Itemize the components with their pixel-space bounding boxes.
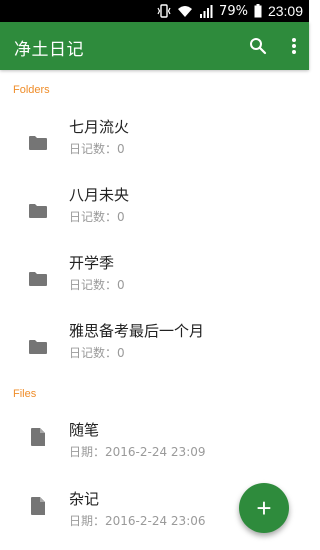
folder-count: 日记数：0 bbox=[69, 210, 125, 224]
files-section-header: Files bbox=[13, 388, 37, 400]
folder-icon bbox=[29, 204, 47, 218]
file-name: 杂记 bbox=[69, 490, 100, 508]
file-item[interactable]: 随笔 日期：2016-2-24 23:09 bbox=[0, 415, 309, 475]
folder-icon bbox=[29, 136, 47, 150]
vibrate-icon bbox=[157, 4, 171, 18]
wifi-icon bbox=[177, 5, 193, 18]
signal-icon bbox=[199, 4, 213, 18]
file-icon bbox=[31, 497, 45, 515]
app-title: 净土日记 bbox=[14, 40, 84, 60]
clock: 23:09 bbox=[267, 3, 303, 19]
folder-count: 日记数：0 bbox=[69, 142, 125, 156]
plus-icon: + bbox=[256, 492, 272, 523]
folder-icon bbox=[29, 340, 47, 354]
folders-section-header: Folders bbox=[13, 84, 50, 96]
folder-name: 开学季 bbox=[69, 254, 115, 272]
more-options-button[interactable] bbox=[282, 34, 306, 58]
search-icon bbox=[250, 38, 267, 55]
folder-item[interactable]: 雅思备考最后一个月 日记数：0 bbox=[0, 316, 309, 376]
file-icon bbox=[31, 428, 45, 446]
more-vert-icon bbox=[292, 38, 296, 54]
battery-percentage: 79% bbox=[219, 3, 248, 19]
folder-item[interactable]: 八月未央 日记数：0 bbox=[0, 180, 309, 240]
folder-name: 七月流火 bbox=[69, 118, 130, 136]
folder-count: 日记数：0 bbox=[69, 278, 125, 292]
folder-count: 日记数：0 bbox=[69, 346, 125, 360]
folder-name: 雅思备考最后一个月 bbox=[69, 322, 205, 340]
folder-item[interactable]: 开学季 日记数：0 bbox=[0, 248, 309, 308]
search-button[interactable] bbox=[246, 34, 270, 58]
file-date: 日期：2016-2-24 23:09 bbox=[69, 445, 206, 459]
file-date: 日期：2016-2-24 23:06 bbox=[69, 514, 206, 528]
folder-name: 八月未央 bbox=[69, 186, 130, 204]
folder-icon bbox=[29, 272, 47, 286]
add-button[interactable]: + bbox=[239, 483, 289, 533]
status-bar: 79% 23:09 bbox=[0, 0, 309, 22]
app-bar: 净土日记 bbox=[0, 22, 309, 70]
file-name: 随笔 bbox=[69, 421, 100, 439]
folder-item[interactable]: 七月流火 日记数：0 bbox=[0, 112, 309, 172]
battery-icon bbox=[254, 4, 262, 18]
